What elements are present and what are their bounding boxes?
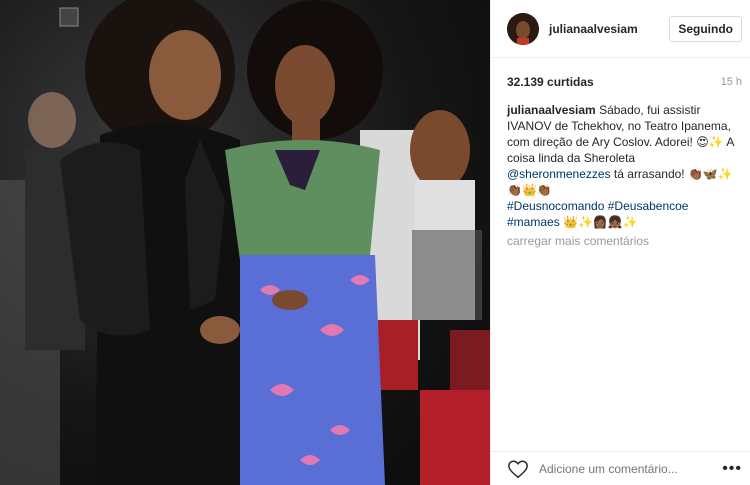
post-time[interactable]: 15 h <box>721 76 742 88</box>
comment-input[interactable] <box>537 460 723 477</box>
post-sidebar: julianaalvesiam Seguindo 32.139 curtidas… <box>490 0 750 485</box>
caption-username[interactable]: julianaalvesiam <box>507 103 596 117</box>
likes-count[interactable]: 32.139 curtidas <box>507 75 594 89</box>
hashtag-link-2[interactable]: #Deusabencoe <box>608 199 689 213</box>
post-meta: 32.139 curtidas 15 h <box>491 62 750 102</box>
caption: julianaalvesiam Sábado, fui assistir IVA… <box>491 102 750 230</box>
photo-scene <box>0 0 490 485</box>
heart-icon[interactable] <box>507 458 529 480</box>
username[interactable]: julianaalvesiam <box>549 22 669 36</box>
comment-bar: ••• <box>491 451 750 485</box>
caption-text-3: 👑✨👩🏾‍👧🏾✨ <box>563 215 638 229</box>
hashtag-link-1[interactable]: #Deusnocomando <box>507 199 604 213</box>
avatar[interactable] <box>507 12 539 45</box>
post-header: julianaalvesiam Seguindo <box>491 0 750 58</box>
more-options-icon[interactable]: ••• <box>722 460 742 478</box>
following-button[interactable]: Seguindo <box>669 15 742 42</box>
hashtag-link-3[interactable]: #mamaes <box>507 215 560 229</box>
post-photo[interactable] <box>0 0 490 485</box>
load-more-comments[interactable]: carregar mais comentários <box>491 230 750 252</box>
mention-link[interactable]: @sheronmenezzes <box>507 167 611 181</box>
instagram-post: julianaalvesiam Seguindo 32.139 curtidas… <box>0 0 750 485</box>
